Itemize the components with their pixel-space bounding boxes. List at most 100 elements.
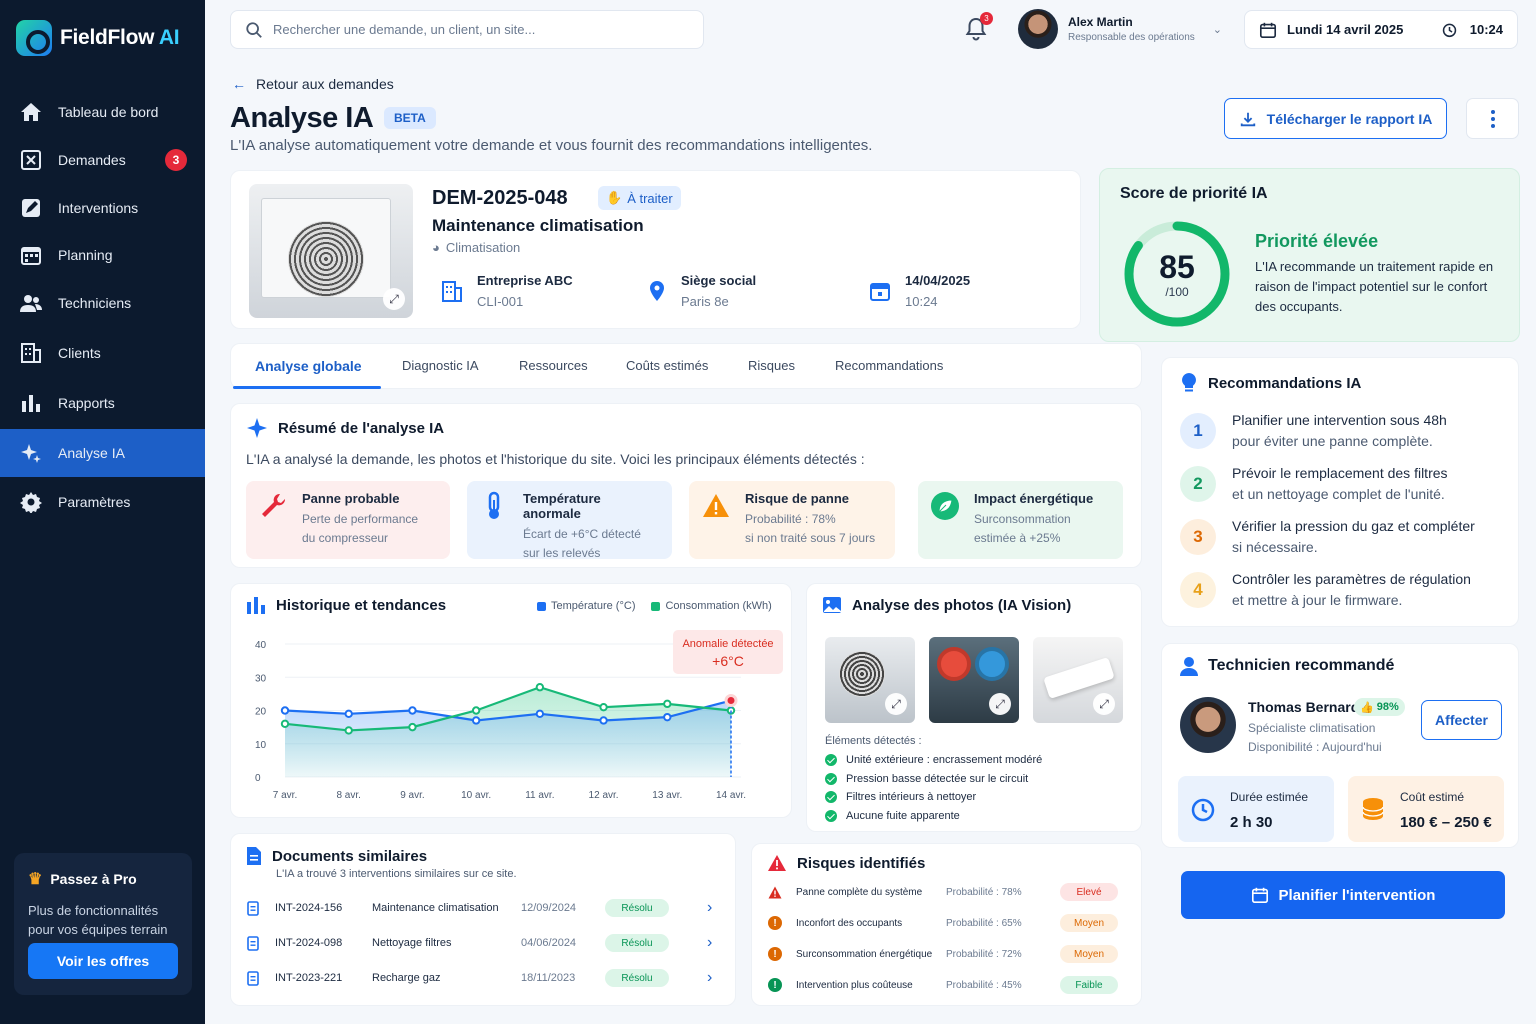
history-chart-card: Historique et tendances Température (°C)… bbox=[230, 583, 792, 818]
back-link[interactable]: ← Retour aux demandes bbox=[232, 76, 394, 92]
document-date: 12/09/2024 bbox=[521, 902, 577, 914]
sidebar-item-tableau-de-bord[interactable]: Tableau de bord bbox=[0, 88, 205, 136]
plan-intervention-button[interactable]: Planifier l'intervention bbox=[1181, 871, 1505, 919]
photo-indoor-unit[interactable]: ⤢ bbox=[1033, 637, 1123, 723]
score-max: /100 bbox=[1165, 285, 1189, 299]
chevron-right-icon[interactable]: › bbox=[707, 969, 712, 987]
see-offers-button[interactable]: Voir les offres bbox=[28, 943, 178, 979]
sidebar-item-parametres[interactable]: Paramètres bbox=[0, 478, 205, 526]
document-row[interactable]: INT-2024-156 Maintenance climatisation 1… bbox=[247, 896, 723, 920]
data-point[interactable] bbox=[663, 712, 672, 722]
current-date: Lundi 14 avril 2025 bbox=[1287, 22, 1404, 37]
user-menu[interactable]: Alex Martin Responsable des opérations ⌄ bbox=[1018, 9, 1222, 49]
sidebar-item-analyse-ia[interactable]: Analyse IA bbox=[0, 429, 205, 477]
data-point[interactable] bbox=[408, 722, 417, 732]
download-report-button[interactable]: Télécharger le rapport IA bbox=[1224, 98, 1447, 139]
recommendation-item: 2 Prévoir le remplacement des filtres et … bbox=[1180, 465, 1448, 505]
calendar-icon bbox=[870, 283, 890, 301]
thermometer-icon bbox=[488, 491, 500, 519]
sidebar-item-techniciens[interactable]: Techniciens bbox=[0, 279, 205, 327]
sparkle-icon bbox=[247, 418, 267, 438]
edit-icon bbox=[22, 199, 40, 217]
search-bar[interactable]: Rechercher une demande, un client, un si… bbox=[230, 10, 704, 49]
risk-row: ! Surconsommation énergétique Probabilit… bbox=[768, 944, 1132, 964]
data-point[interactable] bbox=[535, 683, 545, 692]
sparkles-icon bbox=[21, 444, 41, 463]
promo-text: Plus de fonctionnalités pour vos équipes… bbox=[28, 903, 168, 937]
data-point[interactable] bbox=[344, 726, 353, 735]
anomaly-value: +6°C bbox=[712, 653, 744, 669]
anomaly-point[interactable] bbox=[724, 694, 738, 708]
tab-analyse-globale[interactable]: Analyse globale bbox=[255, 358, 362, 374]
photo-outdoor-unit[interactable]: ⤢ bbox=[825, 637, 915, 723]
gear-icon bbox=[20, 492, 42, 513]
ac-unit-photo[interactable]: ⤢ bbox=[249, 184, 413, 318]
ai-summary-card: Résumé de l'analyse IA L'IA a analysé la… bbox=[230, 403, 1142, 568]
check-icon bbox=[825, 773, 837, 785]
more-options-button[interactable] bbox=[1466, 98, 1519, 139]
detected-element: Aucune fuite apparente bbox=[825, 810, 960, 822]
data-point[interactable] bbox=[663, 699, 672, 709]
data-point[interactable] bbox=[471, 716, 481, 725]
app-logo[interactable]: FieldFlow AI bbox=[16, 20, 180, 56]
sidebar-item-clients[interactable]: Clients bbox=[0, 329, 205, 377]
recommendation-item: 4 Contrôler les paramètres de régulation… bbox=[1180, 571, 1471, 611]
sidebar-item-label: Tableau de bord bbox=[58, 104, 159, 120]
data-point[interactable] bbox=[535, 709, 545, 719]
x-tick-label: 14 avr. bbox=[716, 790, 746, 801]
expand-icon[interactable]: ⤢ bbox=[885, 693, 907, 715]
expand-icon[interactable]: ⤢ bbox=[1093, 693, 1115, 715]
expand-icon[interactable]: ⤢ bbox=[989, 693, 1011, 715]
document-label: Recharge gaz bbox=[372, 972, 441, 984]
data-point[interactable] bbox=[280, 719, 290, 729]
tab-couts[interactable]: Coûts estimés bbox=[626, 358, 708, 373]
notification-badge: 3 bbox=[980, 12, 993, 25]
x-tick-label: 13 avr. bbox=[652, 790, 682, 801]
active-tab-indicator bbox=[233, 386, 381, 389]
data-point[interactable] bbox=[599, 702, 608, 712]
risk-probability: Probabilité : 72% bbox=[946, 948, 1022, 960]
x-tick-label: 9 avr. bbox=[400, 790, 424, 801]
sidebar-item-demandes[interactable]: Demandes 3 bbox=[0, 136, 205, 184]
sidebar-item-planning[interactable]: Planning bbox=[0, 231, 205, 279]
data-point[interactable] bbox=[344, 709, 353, 719]
assign-button[interactable]: Affecter bbox=[1421, 700, 1502, 740]
document-row[interactable]: INT-2024-098 Nettoyage filtres 04/06/202… bbox=[247, 931, 723, 955]
data-point[interactable] bbox=[408, 706, 417, 715]
document-row[interactable]: INT-2023-221 Recharge gaz 18/11/2023 Rés… bbox=[247, 966, 723, 990]
technician-name: Thomas Bernard bbox=[1248, 699, 1360, 715]
y-tick-label: 20 bbox=[255, 707, 267, 718]
sidebar-item-label: Demandes bbox=[58, 152, 126, 168]
sidebar-item-label: Planning bbox=[58, 247, 113, 263]
leaf-icon bbox=[931, 492, 959, 520]
analysis-tabs: Analyse globale Diagnostic IA Ressources… bbox=[230, 343, 1142, 389]
data-point[interactable] bbox=[280, 706, 290, 715]
technician-availability: Disponibilité : Aujourd'hui bbox=[1248, 740, 1382, 754]
document-label: Nettoyage filtres bbox=[372, 937, 452, 949]
tab-risques[interactable]: Risques bbox=[748, 358, 795, 373]
data-point[interactable] bbox=[599, 716, 608, 725]
warning-icon bbox=[768, 855, 786, 871]
sidebar-item-rapports[interactable]: Rapports bbox=[0, 379, 205, 427]
recommendation-detail: et mettre à jour le firmware. bbox=[1232, 592, 1403, 608]
finding-temperature: Température anormale Écart de +6°C détec… bbox=[467, 481, 672, 560]
search-input[interactable]: Rechercher une demande, un client, un si… bbox=[273, 22, 535, 37]
chevron-right-icon[interactable]: › bbox=[707, 899, 712, 917]
sidebar-item-interventions[interactable]: Interventions bbox=[0, 184, 205, 232]
chevron-right-icon[interactable]: › bbox=[707, 934, 712, 952]
priority-score-card: Score de priorité IA 85 /100 Priorité él… bbox=[1099, 168, 1520, 342]
data-point[interactable] bbox=[471, 706, 481, 715]
finding-breakdown: Panne probable Perte de performance du co… bbox=[246, 481, 450, 559]
tab-ressources[interactable]: Ressources bbox=[519, 358, 588, 373]
document-label: Maintenance climatisation bbox=[372, 902, 499, 914]
tab-diagnostic[interactable]: Diagnostic IA bbox=[402, 358, 479, 373]
photo-pressure-gauges[interactable]: ⤢ bbox=[929, 637, 1019, 723]
trend-chart: 0 10 20 30 40 7 avr. 8 avr. 9 avr. 10 avr. 11 avr… bbox=[255, 630, 783, 801]
risk-level-badge: Elevé bbox=[1060, 883, 1118, 901]
expand-icon[interactable]: ⤢ bbox=[383, 288, 405, 310]
detected-elements-title: Éléments détectés : bbox=[825, 735, 922, 747]
cost-stat: Coût estimé 180 € – 250 € bbox=[1348, 776, 1504, 842]
tab-recommandations[interactable]: Recommandations bbox=[835, 358, 943, 373]
check-icon bbox=[825, 810, 837, 822]
detected-element: Unité extérieure : encrassement modéré bbox=[825, 754, 1042, 766]
